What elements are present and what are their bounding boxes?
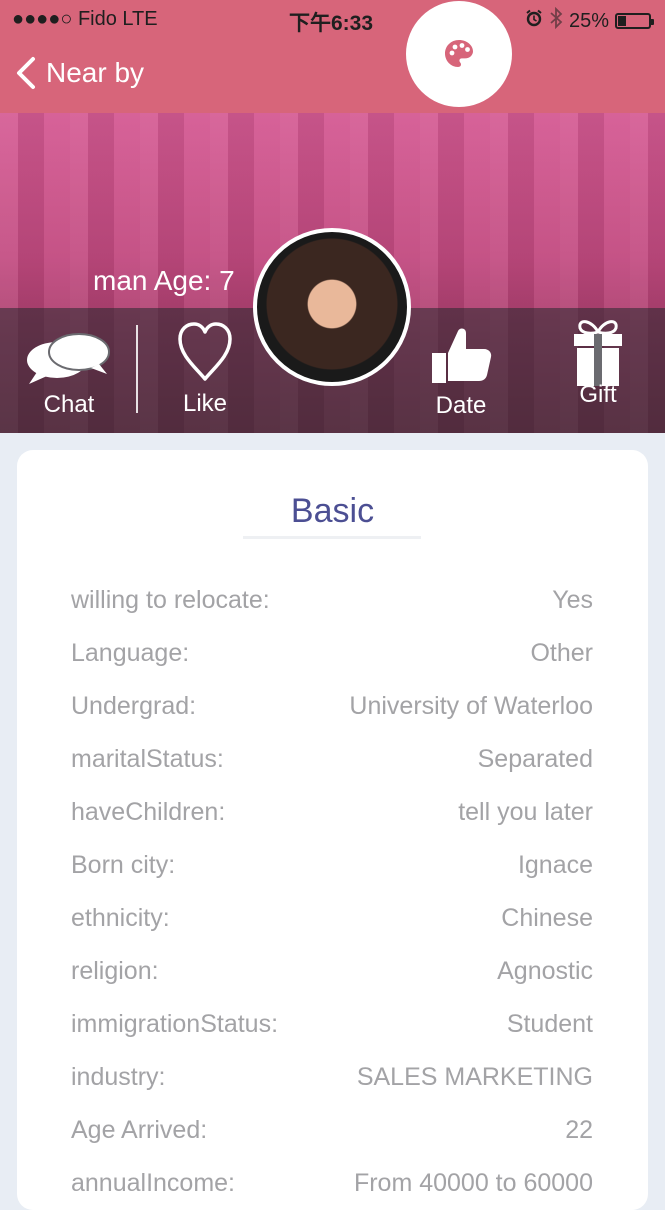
gift-button[interactable]: Gift [566,316,630,409]
thumbs-up-icon [432,328,492,383]
basic-info-card: Basic willing to relocate: Yes Language: Ot… [17,450,648,1210]
like-label: Like [182,390,228,417]
info-value: Yes [552,586,593,614]
info-key: willing to relocate: [71,586,270,614]
section-title: Basic [290,492,375,530]
info-row: ethnicity: Chinese [71,904,593,944]
info-value: Chinese [501,904,593,932]
info-key: haveChildren: [71,798,226,826]
chat-icon [27,333,110,384]
info-value: From 40000 to 60000 [353,1169,593,1197]
palette-icon [445,40,473,67]
bluetooth-icon [549,6,563,35]
profile-hero: man Age: 7 Chat Like Date Gift [0,113,665,433]
chat-label: Chat [43,391,95,418]
info-value: University of Waterloo [349,692,593,720]
info-row: Age Arrived: 22 [71,1116,593,1156]
info-row: haveChildren: tell you later [71,798,593,838]
alarm-icon [525,9,543,33]
heart-icon [178,322,232,381]
info-value: Separated [477,745,593,773]
info-key: maritalStatus: [71,745,224,773]
info-row: immigrationStatus: Student [71,1010,593,1050]
info-key: Undergrad: [71,692,197,720]
info-key: Language: [71,639,190,667]
battery-percent: 25% [568,9,609,32]
battery-icon [615,13,654,29]
back-label: Near by [46,57,145,88]
info-row: Undergrad: University of Waterloo [71,692,593,732]
section-underline [243,536,421,539]
info-row: industry: SALES MARKETING [71,1063,593,1103]
info-key: religion: [71,957,159,985]
info-key: annualIncome: [71,1169,236,1197]
avatar[interactable] [253,228,411,386]
clock: 下午6:33 [289,12,374,35]
status-right: 25% [525,6,654,35]
info-row: willing to relocate: Yes [71,586,593,626]
info-key: ethnicity: [71,904,170,932]
battery-fill [618,16,626,26]
info-value: Other [530,639,593,667]
action-divider [136,325,138,413]
top-bar: ●●●●○ Fido LTE 下午6:33 25% Near by [0,0,665,113]
info-row: maritalStatus: Separated [71,745,593,785]
info-key: Born city: [71,851,176,879]
like-button[interactable]: Like [172,321,238,418]
back-button[interactable]: Near by [14,56,144,90]
info-row: Language: Other [71,639,593,679]
info-row: Born city: Ignace [71,851,593,891]
info-row: annualIncome: From 40000 to 60000 [71,1169,593,1209]
info-value: tell you later [458,798,593,826]
info-value: SALES MARKETING [356,1063,593,1091]
chat-button[interactable]: Chat [22,328,116,419]
chevron-left-icon [17,57,35,89]
status-bar: ●●●●○ Fido LTE 下午6:33 25% [0,0,665,38]
carrier-label: ●●●●○ Fido LTE [12,8,158,30]
profile-meta: man Age: 7 [93,265,235,296]
info-row: religion: Agnostic [71,957,593,997]
info-value: Agnostic [497,957,593,985]
date-label: Date [435,392,487,419]
info-value: Ignace [517,851,593,879]
info-value: 22 [565,1116,593,1144]
info-value: Student [506,1010,593,1038]
info-key: immigrationStatus: [71,1010,279,1038]
info-key: Age Arrived: [71,1116,208,1144]
info-key: industry: [71,1063,166,1091]
gift-icon [574,320,622,386]
theme-button[interactable] [406,1,512,107]
date-button[interactable]: Date [426,323,496,420]
